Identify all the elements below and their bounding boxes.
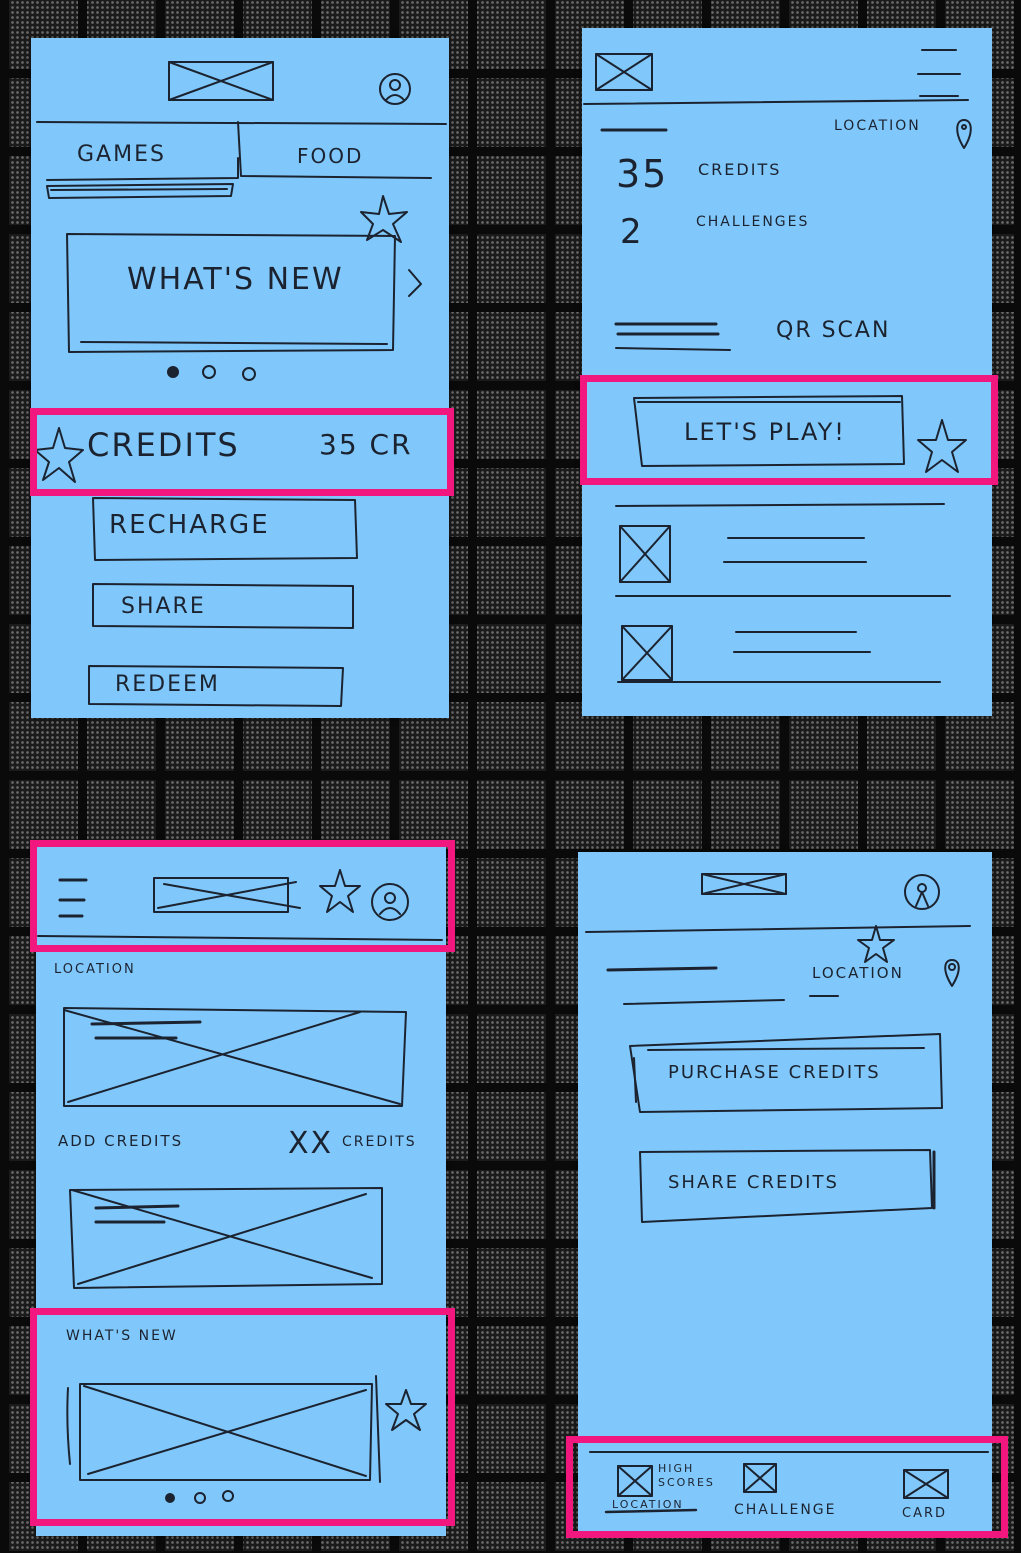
logo-placeholder-icon (701, 873, 787, 895)
tab-food[interactable]: FOOD (297, 144, 363, 168)
location-label[interactable]: LOCATION (834, 118, 921, 134)
star-icon (857, 925, 895, 963)
whats-new-carousel[interactable]: WHAT'S NEW (127, 262, 344, 297)
logo-placeholder-icon (168, 61, 274, 101)
challenges-count: 2 (620, 212, 644, 252)
screen2-sketch: LOCATION 35 CREDITS 2 CHALLENGES QR SCAN… (582, 28, 992, 716)
recharge-button[interactable]: RECHARGE (109, 510, 270, 540)
redeem-button[interactable]: REDEEM (115, 672, 220, 697)
tab-games[interactable]: GAMES (77, 142, 166, 167)
image-placeholder-icon (69, 1187, 383, 1289)
share-credits-button[interactable]: SHARE CREDITS (668, 1172, 839, 1193)
profile-icon (379, 73, 411, 105)
screen4-sketch: LOCATION PURCHASE CREDITS SHARE CREDITS … (578, 852, 992, 1536)
location-label[interactable]: LOCATION (812, 964, 904, 982)
screen1-sketch: GAMES FOOD WHAT'S NEW CREDITS 35 CR RECH… (31, 38, 449, 718)
highlight-header (30, 840, 455, 952)
add-credits-label[interactable]: ADD CREDITS (58, 1132, 183, 1150)
chevron-right-icon (408, 269, 422, 297)
qr-scan-button[interactable]: QR SCAN (776, 318, 890, 343)
screen1-ink (34, 61, 447, 707)
credits-word: CREDITS (342, 1134, 417, 1150)
image-placeholder-icon (619, 525, 671, 583)
purchase-credits-button[interactable]: PURCHASE CREDITS (668, 1062, 881, 1083)
highlight-credits-row (30, 408, 454, 496)
menu-icon (917, 49, 961, 97)
share-button[interactable]: SHARE (121, 594, 206, 619)
location-label[interactable]: LOCATION (54, 962, 136, 977)
highlight-lets-play (580, 375, 998, 485)
highlight-whats-new (30, 1308, 455, 1526)
screen2-ink (583, 49, 972, 683)
challenges-word: CHALLENGES (696, 214, 810, 230)
credits-word: CREDITS (698, 160, 782, 179)
credits-amount: XX (288, 1126, 334, 1161)
credits-count: 35 (616, 152, 669, 196)
screen4-ink (585, 873, 989, 1514)
profile-icon (904, 874, 940, 910)
image-placeholder-icon (621, 625, 673, 681)
highlight-bottom-nav (566, 1436, 1008, 1538)
logo-placeholder-icon (595, 53, 653, 91)
